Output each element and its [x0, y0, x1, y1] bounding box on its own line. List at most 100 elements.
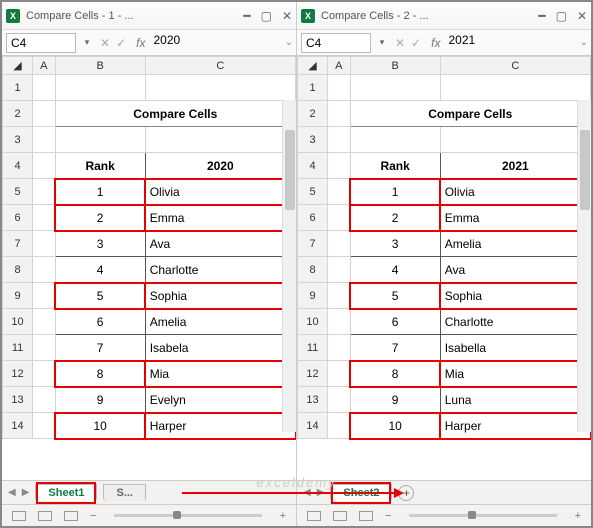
vertical-scrollbar[interactable]	[577, 100, 591, 432]
normal-view-icon[interactable]	[12, 511, 26, 521]
name-cell[interactable]: Ava	[145, 231, 295, 257]
rank-cell[interactable]: 2	[350, 205, 440, 231]
col-header-C[interactable]: C	[440, 57, 590, 75]
row-header[interactable]: 7	[3, 231, 33, 257]
cancel-icon[interactable]: ✕	[395, 36, 405, 50]
row-header[interactable]: 3	[298, 127, 328, 153]
name-cell[interactable]: Emma	[440, 205, 590, 231]
row-header[interactable]: 9	[3, 283, 33, 309]
banner-title[interactable]: Compare Cells	[350, 101, 590, 127]
name-cell[interactable]: Isabela	[145, 335, 295, 361]
page-break-view-icon[interactable]	[359, 511, 373, 521]
sheet-tab-active[interactable]: Sheet2	[330, 484, 392, 501]
col-header-A[interactable]: A	[33, 57, 56, 75]
row-header[interactable]: 2	[298, 101, 328, 127]
vertical-scrollbar[interactable]	[282, 100, 296, 432]
row-header[interactable]: 2	[3, 101, 33, 127]
rank-cell[interactable]: 1	[350, 179, 440, 205]
row-header[interactable]: 9	[298, 283, 328, 309]
row-header[interactable]: 14	[298, 413, 328, 439]
rank-cell[interactable]: 2	[55, 205, 145, 231]
row-header[interactable]: 8	[298, 257, 328, 283]
row-header[interactable]: 11	[298, 335, 328, 361]
col-header-B[interactable]: B	[350, 57, 440, 75]
zoom-in-icon[interactable]: +	[280, 510, 286, 522]
name-cell[interactable]: Evelyn	[145, 387, 295, 413]
name-cell[interactable]: Harper	[145, 413, 295, 439]
zoom-slider[interactable]	[409, 514, 556, 517]
name-box-dropdown-icon[interactable]: ▾	[80, 37, 94, 48]
row-header[interactable]: 6	[298, 205, 328, 231]
minimize-button[interactable]: ━	[538, 9, 545, 23]
name-cell[interactable]: Harper	[440, 413, 590, 439]
rank-cell[interactable]: 7	[55, 335, 145, 361]
rank-cell[interactable]: 1	[55, 179, 145, 205]
page-layout-view-icon[interactable]	[38, 511, 52, 521]
rank-cell[interactable]: 8	[350, 361, 440, 387]
row-header[interactable]: 14	[3, 413, 33, 439]
header-rank[interactable]: Rank	[350, 153, 440, 179]
name-cell[interactable]: Sophia	[145, 283, 295, 309]
page-break-view-icon[interactable]	[64, 511, 78, 521]
enter-icon[interactable]: ✓	[116, 36, 126, 50]
tab-nav-next-icon[interactable]: ▶	[22, 487, 30, 498]
select-all-corner[interactable]: ◢	[3, 57, 33, 75]
rank-cell[interactable]: 6	[55, 309, 145, 335]
name-cell[interactable]: Sophia	[440, 283, 590, 309]
name-cell[interactable]: Luna	[440, 387, 590, 413]
banner-title[interactable]: Compare Cells	[55, 101, 295, 127]
name-cell[interactable]: Olivia	[440, 179, 590, 205]
rank-cell[interactable]: 3	[350, 231, 440, 257]
add-sheet-button[interactable]: +	[398, 485, 414, 501]
row-header[interactable]: 6	[3, 205, 33, 231]
formula-expand-icon[interactable]: ⌄	[577, 37, 591, 48]
header-year[interactable]: 2021	[440, 153, 590, 179]
formula-expand-icon[interactable]: ⌄	[282, 37, 296, 48]
row-header[interactable]: 4	[3, 153, 33, 179]
row-header[interactable]: 12	[298, 361, 328, 387]
row-header[interactable]: 10	[3, 309, 33, 335]
rank-cell[interactable]: 4	[55, 257, 145, 283]
select-all-corner[interactable]: ◢	[298, 57, 328, 75]
rank-cell[interactable]: 6	[350, 309, 440, 335]
scroll-thumb[interactable]	[580, 130, 590, 210]
rank-cell[interactable]: 3	[55, 231, 145, 257]
name-cell[interactable]: Charlotte	[145, 257, 295, 283]
col-header-C[interactable]: C	[145, 57, 295, 75]
scroll-thumb[interactable]	[285, 130, 295, 210]
close-button[interactable]: ✕	[577, 9, 587, 23]
rank-cell[interactable]: 7	[350, 335, 440, 361]
row-header[interactable]: 1	[298, 75, 328, 101]
zoom-out-icon[interactable]: −	[385, 510, 391, 522]
row-header[interactable]: 5	[3, 179, 33, 205]
name-cell[interactable]: Amelia	[145, 309, 295, 335]
row-header[interactable]: 4	[298, 153, 328, 179]
name-cell[interactable]: Emma	[145, 205, 295, 231]
enter-icon[interactable]: ✓	[411, 36, 421, 50]
tab-nav-prev-icon[interactable]: ◀	[303, 487, 311, 498]
name-box-dropdown-icon[interactable]: ▾	[375, 37, 389, 48]
spreadsheet-grid[interactable]: ◢ A B C 1 2Compare Cells 3 4 Rank 2020 5…	[2, 56, 296, 439]
row-header[interactable]: 11	[3, 335, 33, 361]
formula-input[interactable]: 2020	[149, 33, 282, 53]
sheet-tab-active[interactable]: Sheet1	[35, 484, 97, 501]
cancel-icon[interactable]: ✕	[100, 36, 110, 50]
rank-cell[interactable]: 10	[55, 413, 145, 439]
fx-icon[interactable]: fx	[427, 36, 444, 50]
rank-cell[interactable]: 4	[350, 257, 440, 283]
zoom-slider[interactable]	[114, 514, 261, 517]
rank-cell[interactable]: 10	[350, 413, 440, 439]
tab-nav-prev-icon[interactable]: ◀	[8, 487, 16, 498]
name-cell[interactable]: Mia	[145, 361, 295, 387]
normal-view-icon[interactable]	[307, 511, 321, 521]
name-box[interactable]: C4	[301, 33, 371, 53]
col-header-B[interactable]: B	[55, 57, 145, 75]
name-cell[interactable]: Mia	[440, 361, 590, 387]
name-cell[interactable]: Amelia	[440, 231, 590, 257]
rank-cell[interactable]: 9	[55, 387, 145, 413]
row-header[interactable]: 5	[298, 179, 328, 205]
name-box[interactable]: C4	[6, 33, 76, 53]
sheet-tab-other[interactable]: S...	[103, 484, 146, 501]
rank-cell[interactable]: 5	[350, 283, 440, 309]
row-header[interactable]: 10	[298, 309, 328, 335]
